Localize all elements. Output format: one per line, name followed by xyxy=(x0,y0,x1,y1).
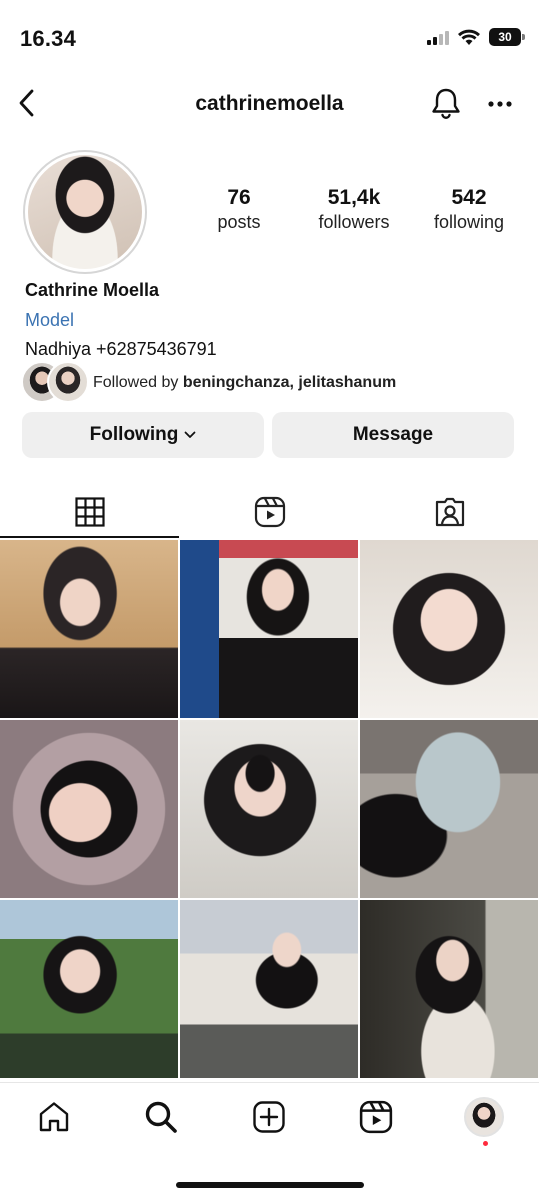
profile-header: cathrinemoella xyxy=(0,78,539,130)
tab-posts[interactable] xyxy=(0,484,179,540)
chevron-down-icon xyxy=(184,431,196,438)
cellular-signal-icon xyxy=(427,29,449,45)
wifi-icon xyxy=(458,29,480,45)
profile-bio: Cathrine Moella Model Nadhiya +628754367… xyxy=(25,280,515,360)
post-thumbnail[interactable] xyxy=(360,540,538,718)
stat-followers[interactable]: 51,4k followers xyxy=(304,186,404,233)
followed-by-names: beningchanza, jelitashanum xyxy=(182,374,397,391)
home-icon xyxy=(39,1102,69,1132)
profile-avatar[interactable] xyxy=(23,150,147,274)
following-label: Following xyxy=(89,424,179,445)
nav-home[interactable] xyxy=(32,1095,76,1139)
stat-value: 76 xyxy=(227,186,251,209)
nav-profile[interactable] xyxy=(462,1095,506,1139)
reels-icon xyxy=(359,1100,393,1134)
mutual-avatars xyxy=(21,361,91,405)
more-options-button[interactable] xyxy=(482,86,518,122)
stat-label: following xyxy=(433,212,505,232)
tagged-icon xyxy=(435,497,464,527)
followed-by-row[interactable]: Followed by beningchanza, jelitashanum xyxy=(21,361,396,405)
stat-label: posts xyxy=(217,212,261,232)
home-indicator[interactable] xyxy=(176,1182,364,1188)
stat-posts[interactable]: 76 posts xyxy=(199,186,279,233)
notifications-button[interactable] xyxy=(428,86,464,122)
posts-grid xyxy=(0,540,539,1080)
notification-dot xyxy=(483,1141,488,1146)
nav-reels[interactable] xyxy=(354,1095,398,1139)
tab-reels[interactable] xyxy=(180,484,359,540)
stat-value: 51,4k xyxy=(327,186,381,209)
post-thumbnail[interactable] xyxy=(360,900,538,1078)
search-icon xyxy=(145,1101,177,1133)
more-horizontal-icon xyxy=(488,101,512,107)
post-thumbnail[interactable] xyxy=(0,900,178,1078)
followed-by-text: Followed by beningchanza, jelitashanum xyxy=(93,374,396,392)
bio-text: Nadhiya +62875436791 xyxy=(25,339,217,359)
reels-icon xyxy=(254,496,285,528)
followed-by-prefix: Followed by xyxy=(93,374,183,391)
stat-label: followers xyxy=(318,212,390,232)
profile-photo xyxy=(28,155,142,269)
following-button[interactable]: Following xyxy=(22,412,264,458)
post-thumbnail[interactable] xyxy=(180,540,358,718)
stat-value: 542 xyxy=(451,186,487,209)
bell-icon xyxy=(432,88,460,119)
post-thumbnail[interactable] xyxy=(0,720,178,898)
post-thumbnail[interactable] xyxy=(180,900,358,1078)
post-thumbnail[interactable] xyxy=(180,720,358,898)
nav-search[interactable] xyxy=(139,1095,183,1139)
battery-level: 30 xyxy=(498,30,512,44)
status-bar: 16.34 30 xyxy=(0,0,539,78)
status-icons: 30 xyxy=(427,28,525,46)
profile-tabs xyxy=(0,484,539,540)
create-icon xyxy=(253,1101,285,1133)
message-label: Message xyxy=(352,424,434,445)
nav-create[interactable] xyxy=(247,1095,291,1139)
active-tab-indicator xyxy=(0,536,179,538)
battery-icon: 30 xyxy=(489,28,525,46)
post-thumbnail[interactable] xyxy=(0,540,178,718)
stat-following[interactable]: 542 following xyxy=(419,186,519,233)
tab-tagged[interactable] xyxy=(360,484,539,540)
post-thumbnail[interactable] xyxy=(360,720,538,898)
profile-avatar-icon xyxy=(464,1097,504,1137)
mutual-avatar xyxy=(47,361,89,403)
status-time: 16.34 xyxy=(20,26,77,51)
profile-category[interactable]: Model xyxy=(25,310,515,331)
bottom-navigation xyxy=(0,1082,539,1154)
posts-grid-icon xyxy=(74,497,105,527)
message-button[interactable]: Message xyxy=(272,412,514,458)
profile-name: Cathrine Moella xyxy=(25,280,160,300)
